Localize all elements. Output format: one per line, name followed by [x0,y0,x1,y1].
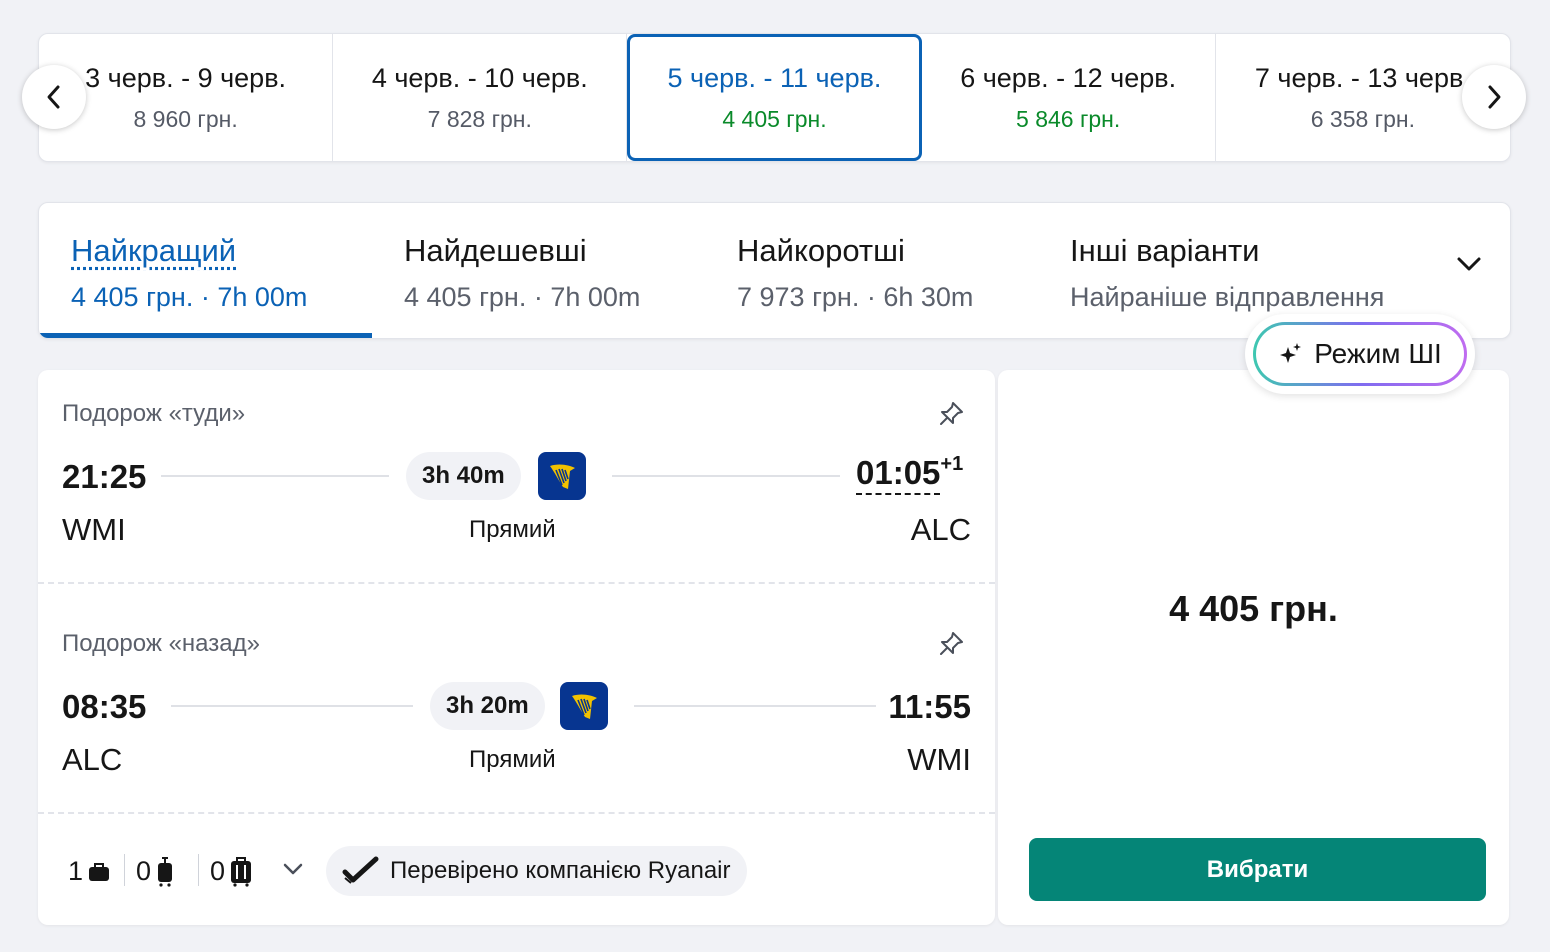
tab-best[interactable]: Найкращий 4 405 грн. · 7h 00m [39,203,372,338]
prev-dates-button[interactable] [22,65,86,129]
next-dates-button[interactable] [1462,65,1526,129]
date-option-selected[interactable]: 5 черв. - 11 черв. 4 405 грн. [627,34,922,161]
route-line [171,705,413,707]
ai-mode-label: Режим ШІ [1314,338,1442,369]
divider [198,854,199,886]
flight-duration: 3h 20m [430,682,545,730]
sparkle-icon [1280,343,1302,363]
date-range: 3 черв. - 9 черв. [85,62,287,93]
stops-label: Прямий [469,516,556,543]
day-offset: +1 [940,453,964,475]
arrival-time: 01:05+1 [856,453,964,495]
date-range: 7 черв. - 13 черв. [1254,62,1471,93]
airline-logo-icon [572,694,597,719]
tab-title: Найкоротші [737,233,905,268]
departure-airport: ALC [62,742,123,777]
ryanair-harp-logo [560,682,608,730]
count: 0 [210,856,226,886]
date-option[interactable]: 4 черв. - 10 черв. 7 828 грн. [333,34,628,161]
tab-title: Найдешевші [404,233,587,268]
return-leg: Подорож «назад» 08:35 ALC 3h 20m Прямий … [38,582,995,814]
pin-button[interactable] [937,400,965,433]
date-price: 6 358 грн. [1310,105,1415,132]
price-panel: 4 405 грн. Вибрати [998,370,1509,925]
flight-itinerary[interactable]: Подорож «туди» 21:25 WMI 3h 40m Прямий 0… [38,370,995,925]
flight-duration: 3h 40m [406,452,521,500]
route-line [634,705,876,707]
verified-label: Перевірено компанією Ryanair [390,857,731,884]
date-price: 5 846 грн. [1016,105,1121,132]
verified-badge[interactable]: Перевірено компанією Ryanair [326,846,747,896]
pin-icon [940,402,963,425]
arrival-airport: WMI [907,742,971,777]
total-price: 4 405 грн. [1169,588,1338,629]
date-range: 6 черв. - 12 черв. [960,62,1177,93]
chevron-left-icon [47,85,60,109]
itinerary-footer: 1 0 0 Перевірено компанією Ryanair [38,812,995,927]
tab-title: Інші варіанти [1070,233,1260,268]
route-line [612,475,840,477]
departure-time: 08:35 [62,688,147,725]
leg-title: Подорож «назад» [62,630,260,657]
pin-icon [940,632,963,655]
date-price: 7 828 грн. [427,105,532,132]
tab-title: Найкращий [71,233,237,268]
carry-on-icon [158,856,173,887]
date-range: 4 черв. - 10 черв. [371,62,588,93]
departure-airport: WMI [62,512,126,547]
ai-mode-pill: Режим ШІ [1253,322,1467,386]
pin-button[interactable] [937,630,965,663]
departure-time: 21:25 [62,458,147,495]
tab-summary: 4 405 грн. · 7h 00m [404,282,641,312]
tab-summary: 4 405 грн. · 7h 00m [71,282,308,312]
verified-check-icon [342,856,379,884]
more-sort-options-button[interactable] [1456,255,1482,278]
date-range: 5 черв. - 11 черв. [667,62,882,93]
outbound-leg: Подорож «туди» 21:25 WMI 3h 40m Прямий 0… [38,370,995,582]
stops-label: Прямий [469,746,556,773]
chevron-down-icon [283,863,303,875]
bag-icon [89,862,110,881]
divider [124,854,125,886]
arrival-time: 11:55 [888,688,971,725]
baggage-expand-button[interactable] [282,862,304,881]
tab-fastest[interactable]: Найкоротші 7 973 грн. · 6h 30m [705,203,1038,338]
arrival-time-value[interactable]: 01:05 [856,454,941,495]
count: 0 [136,856,152,886]
ai-mode-button[interactable]: Режим ШІ [1245,314,1475,394]
checked-luggage-icon [231,856,252,887]
date-option[interactable]: 6 черв. - 12 черв. 5 846 грн. [922,34,1216,161]
date-price: 8 960 грн. [133,105,238,132]
arrival-airport: ALC [910,512,971,547]
carry-on-count: 0 [136,856,175,887]
leg-title: Подорож «туди» [62,400,246,427]
tab-summary: Найраніше відправлення [1070,282,1385,312]
personal-item-count: 1 [68,856,111,887]
select-button[interactable]: Вибрати [1029,838,1486,901]
date-strip: 3 черв. - 9 черв. 8 960 грн. 4 черв. - 1… [38,33,1511,162]
date-price: 4 405 грн. [722,105,827,132]
tab-cheapest[interactable]: Найдешевші 4 405 грн. · 7h 00m [372,203,705,338]
ryanair-harp-logo [538,452,586,500]
tab-summary: 7 973 грн. · 6h 30m [737,282,974,312]
chevron-down-icon [1457,257,1481,271]
airline-logo-icon [550,464,575,489]
checked-bag-count: 0 [210,856,253,887]
chevron-right-icon [1488,85,1501,109]
count: 1 [68,856,84,886]
route-line [161,475,389,477]
